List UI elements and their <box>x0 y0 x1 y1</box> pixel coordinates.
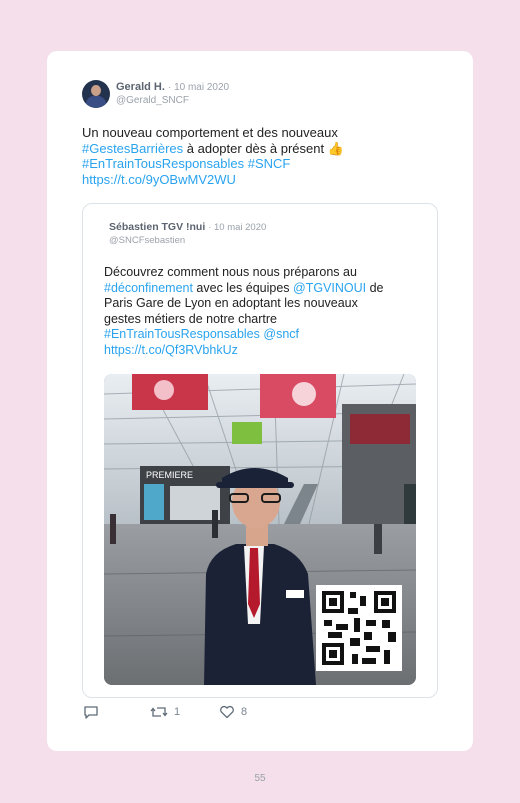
qr-code[interactable] <box>316 585 402 671</box>
quoted-tweet[interactable]: Sébastien TGV !nui · 10 mai 2020 @SNCFse… <box>82 203 438 698</box>
quoted-line2a: avec les équipes <box>192 280 294 295</box>
tweet-author-line: Gerald H. · 10 mai 2020 <box>116 81 230 93</box>
hashtag-deconfinement[interactable]: #déconfinement <box>104 281 193 295</box>
retweet-count: 1 <box>174 706 181 718</box>
tweet-text-line1: Un nouveau comportement et des nouveaux <box>82 125 338 140</box>
like-button[interactable]: 8 <box>219 705 247 719</box>
hashtag-gestes-barrieres[interactable]: #GestesBarrières <box>82 141 183 156</box>
hashtag-sncf[interactable]: #SNCF <box>248 156 291 171</box>
avatar[interactable] <box>82 80 110 108</box>
reply-button[interactable] <box>83 705 99 719</box>
like-count: 8 <box>241 706 248 718</box>
quoted-text: Découvrez comment nous nous préparons au… <box>104 265 414 358</box>
thumbs-up-emoji: 👍 <box>327 140 344 156</box>
page-number: 55 <box>254 773 266 784</box>
station-photo: PREMIERE <box>104 374 416 685</box>
tweet-text-line2: à adopter dès à présent <box>183 140 328 156</box>
quoted-link[interactable]: https://t.co/Qf3RVbhkUz <box>104 343 238 357</box>
tweet-link[interactable]: https://t.co/9yOBwMV2WU <box>82 172 236 187</box>
quoted-author-line: Sébastien TGV !nui · 10 mai 2020 <box>109 221 267 233</box>
hashtag-entrain[interactable]: #EnTrainTousResponsables <box>82 156 244 171</box>
quoted-line1: Découvrez comment nous nous préparons au <box>104 265 357 279</box>
quoted-date[interactable]: 10 mai 2020 <box>214 222 266 233</box>
mention-sncf[interactable]: @sncf <box>263 327 299 341</box>
green-sign <box>232 422 262 444</box>
retweet-icon <box>150 707 168 717</box>
quoted-handle[interactable]: @SNCFsebastien <box>109 235 185 246</box>
avatar-body <box>86 96 106 108</box>
quoted-line4: gestes métiers de notre chartre <box>104 311 277 326</box>
hashtag-entrain-quoted[interactable]: #EnTrainTousResponsables <box>104 327 260 341</box>
tweet-card: Gerald H. · 10 mai 2020 @Gerald_SNCF Un … <box>47 51 473 751</box>
premiere-sign: PREMIERE <box>146 470 193 480</box>
tweet-date[interactable]: 10 mai 2020 <box>174 82 229 93</box>
tweet-author-name[interactable]: Gerald H. <box>116 81 165 93</box>
retweet-button[interactable]: 1 <box>150 705 180 719</box>
mention-tgvinoui[interactable]: @TGVINOUI <box>293 281 366 295</box>
avatar-face <box>91 85 101 96</box>
reply-icon <box>84 706 98 719</box>
quoted-line2b: de <box>366 280 384 295</box>
tweet-text: Un nouveau comportement et des nouveaux … <box>82 125 462 187</box>
heart-icon <box>220 705 234 719</box>
quoted-author-name[interactable]: Sébastien TGV !nui <box>109 221 205 233</box>
tweet-handle[interactable]: @Gerald_SNCF <box>116 95 189 106</box>
quoted-line3: Paris Gare de Lyon en adoptant les nouve… <box>104 296 358 310</box>
quoted-media-photo[interactable]: PREMIERE <box>104 374 416 685</box>
